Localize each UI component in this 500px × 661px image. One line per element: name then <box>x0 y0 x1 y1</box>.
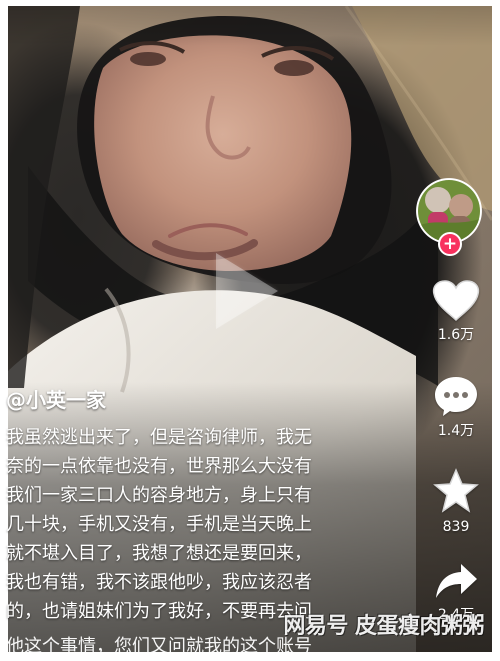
star-icon <box>433 468 479 513</box>
comment-count: 1.4万 <box>437 423 475 439</box>
video-top-shadow <box>8 6 492 46</box>
favorite-button[interactable]: 839 <box>426 468 486 535</box>
caption-line-4: 几十块，手机又没有，手机是当天晚上 <box>6 514 312 535</box>
comment-icon <box>435 377 477 416</box>
follow-button[interactable]: + <box>438 232 462 256</box>
play-icon[interactable] <box>216 253 278 329</box>
like-button[interactable]: 1.6万 <box>426 280 486 343</box>
favorite-count: 839 <box>442 519 470 535</box>
caption-line-1: 我虽然逃出来了，但是咨询律师，我无 <box>6 427 312 448</box>
avatar[interactable]: + <box>414 176 484 256</box>
post-caption: @小英一家 我虽然逃出来了，但是咨询律师，我无 奈的一点依靠也没有，世界那么大没… <box>6 388 411 626</box>
caption-line-2: 奈的一点依靠也没有，世界那么大没有 <box>6 456 312 477</box>
comment-button[interactable]: 1.4万 <box>426 374 486 439</box>
like-count: 1.6万 <box>437 327 475 343</box>
username[interactable]: @小英一家 <box>6 388 411 412</box>
share-arrow-icon <box>436 564 477 598</box>
caption-line-3: 我们一家三口人的容身地方，身上只有 <box>6 485 312 506</box>
caption-line-5: 就不堪入目了，我想了想还是要回来， <box>6 543 312 564</box>
watermark-text: 网易号 皮蛋瘦肉粥粥 <box>283 614 484 639</box>
caption-line-6: 我也有错，我不该跟他吵，我应该忍者 <box>6 572 312 593</box>
heart-icon <box>432 280 480 322</box>
